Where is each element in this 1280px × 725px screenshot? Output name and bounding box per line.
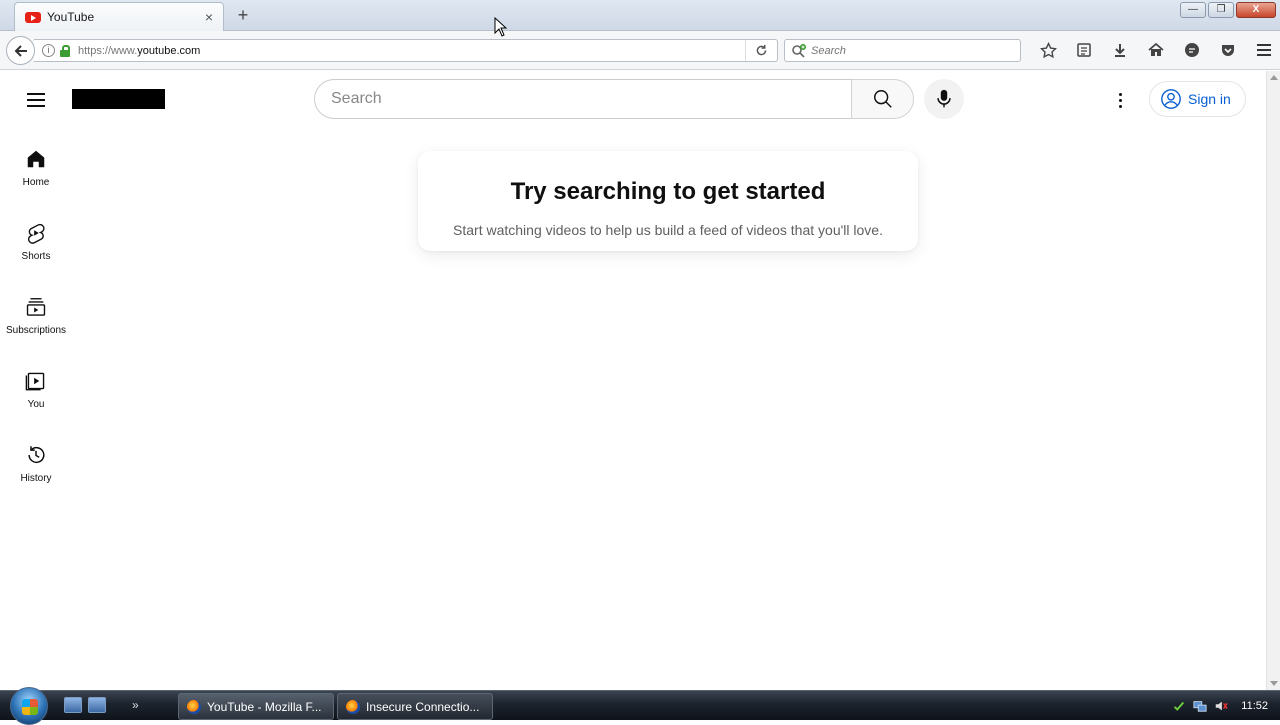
new-tab-button[interactable]: + [234, 6, 252, 24]
guide-menu-button[interactable] [24, 88, 48, 112]
sidebar-label-history: History [20, 473, 52, 484]
youtube-logo-redacted[interactable] [72, 89, 165, 109]
youtube-search-input[interactable] [331, 90, 851, 108]
url-bar[interactable]: i https://www.youtube.com [34, 39, 778, 62]
close-window-button[interactable]: X [1236, 2, 1276, 18]
empty-feed-subtitle: Start watching videos to help us build a… [453, 222, 883, 238]
sidebar-item-history[interactable]: History [0, 431, 72, 505]
site-info-icon[interactable]: i [42, 44, 55, 57]
taskbar-item-insecure-connection[interactable]: Insecure Connectio... [337, 693, 493, 720]
start-button[interactable] [10, 687, 48, 725]
dot [1118, 98, 1122, 102]
browser-tabstrip: YouTube × + — ❐ X [0, 0, 1280, 31]
youtube-favicon-icon [25, 11, 41, 23]
bookmark-star-icon[interactable] [1030, 39, 1066, 61]
search-icon [873, 90, 892, 108]
minimize-button[interactable]: — [1180, 2, 1206, 18]
empty-feed-title: Try searching to get started [510, 178, 826, 205]
browser-search-bar[interactable] [784, 39, 1021, 62]
microphone-icon [937, 89, 951, 108]
browser-navbar: i https://www.youtube.com [0, 31, 1280, 70]
dot [1118, 92, 1122, 96]
sidebar-label-shorts: Shorts [21, 251, 51, 262]
sidebar-item-shorts[interactable]: Shorts [0, 209, 72, 283]
mini-guide: Home Shorts Subscriptions You History [0, 135, 72, 505]
sidebar-label-subscriptions: Subscriptions [5, 325, 67, 336]
empty-feed-card: Try searching to get started Start watch… [418, 151, 918, 251]
quick-launch-more[interactable]: » [132, 698, 139, 712]
lock-icon[interactable] [60, 44, 70, 57]
youtube-page: Sign in Home Shorts Subscriptions You [0, 71, 1266, 690]
browser-search-input[interactable] [811, 44, 1001, 57]
voice-search-button[interactable] [924, 79, 964, 119]
firefox-icon [346, 699, 360, 714]
youtube-search-button[interactable] [851, 79, 914, 119]
account-circle-icon [1161, 89, 1181, 109]
taskbar-label: YouTube - Mozilla F... [207, 699, 322, 714]
back-button[interactable] [6, 36, 35, 65]
scroll-up-icon[interactable] [1270, 75, 1278, 80]
sidebar-label-home: Home [22, 177, 50, 188]
youtube-search-box [314, 79, 914, 119]
url-text[interactable]: https://www.youtube.com [78, 45, 745, 57]
sign-in-button[interactable]: Sign in [1149, 81, 1246, 117]
home-icon [24, 147, 48, 171]
browser-tab-youtube[interactable]: YouTube × [14, 2, 224, 31]
firefox-icon [187, 699, 201, 714]
quick-launch: » [64, 697, 139, 713]
tab-close-icon[interactable]: × [201, 9, 217, 25]
you-icon [24, 369, 48, 393]
reload-icon[interactable] [745, 40, 777, 61]
browser-toolbar-icons [1030, 39, 1280, 61]
hamburger-menu-icon[interactable] [1246, 39, 1280, 61]
sidebar-item-subscriptions[interactable]: Subscriptions [0, 283, 72, 357]
settings-more-button[interactable] [1108, 88, 1132, 112]
search-engine-icon[interactable] [791, 43, 807, 58]
taskbar-item-youtube[interactable]: YouTube - Mozilla F... [178, 693, 334, 720]
chat-icon[interactable] [1174, 39, 1210, 61]
subscriptions-icon [24, 295, 48, 319]
shorts-icon [24, 221, 48, 245]
menu-line [27, 99, 45, 101]
reading-list-icon[interactable] [1066, 39, 1102, 61]
sidebar-item-you[interactable]: You [0, 357, 72, 431]
page-scrollbar[interactable] [1266, 71, 1280, 690]
show-desktop-icon[interactable] [64, 697, 82, 713]
url-host: youtube.com [137, 44, 201, 57]
url-prefix: https://www. [78, 44, 138, 57]
menu-line [27, 105, 45, 107]
taskbar-label: Insecure Connectio... [366, 699, 480, 714]
clock[interactable]: 11:52 [1241, 700, 1268, 712]
scroll-down-icon[interactable] [1270, 681, 1278, 686]
sign-in-label: Sign in [1188, 91, 1231, 107]
pocket-icon[interactable] [1210, 39, 1246, 61]
history-icon [24, 443, 48, 467]
home-browser-icon[interactable] [1138, 39, 1174, 61]
sidebar-item-home[interactable]: Home [0, 135, 72, 209]
windows-taskbar: » YouTube - Mozilla F... Insecure Connec… [0, 687, 1280, 725]
system-tray: 11:52 [1172, 691, 1280, 720]
tab-title: YouTube [47, 10, 95, 24]
downloads-icon[interactable] [1102, 39, 1138, 61]
back-arrow-icon [14, 44, 27, 57]
security-check-icon[interactable] [1172, 699, 1186, 713]
sidebar-label-you: You [27, 399, 45, 410]
youtube-search-field[interactable] [314, 79, 851, 119]
menu-line [27, 93, 45, 95]
window-controls: — ❐ X [1180, 2, 1276, 18]
volume-muted-icon[interactable] [1214, 699, 1228, 713]
switch-windows-icon[interactable] [88, 697, 106, 713]
maximize-button[interactable]: ❐ [1208, 2, 1234, 18]
network-icon[interactable] [1193, 699, 1207, 713]
mouse-cursor-icon [494, 17, 507, 37]
dot [1118, 104, 1122, 108]
